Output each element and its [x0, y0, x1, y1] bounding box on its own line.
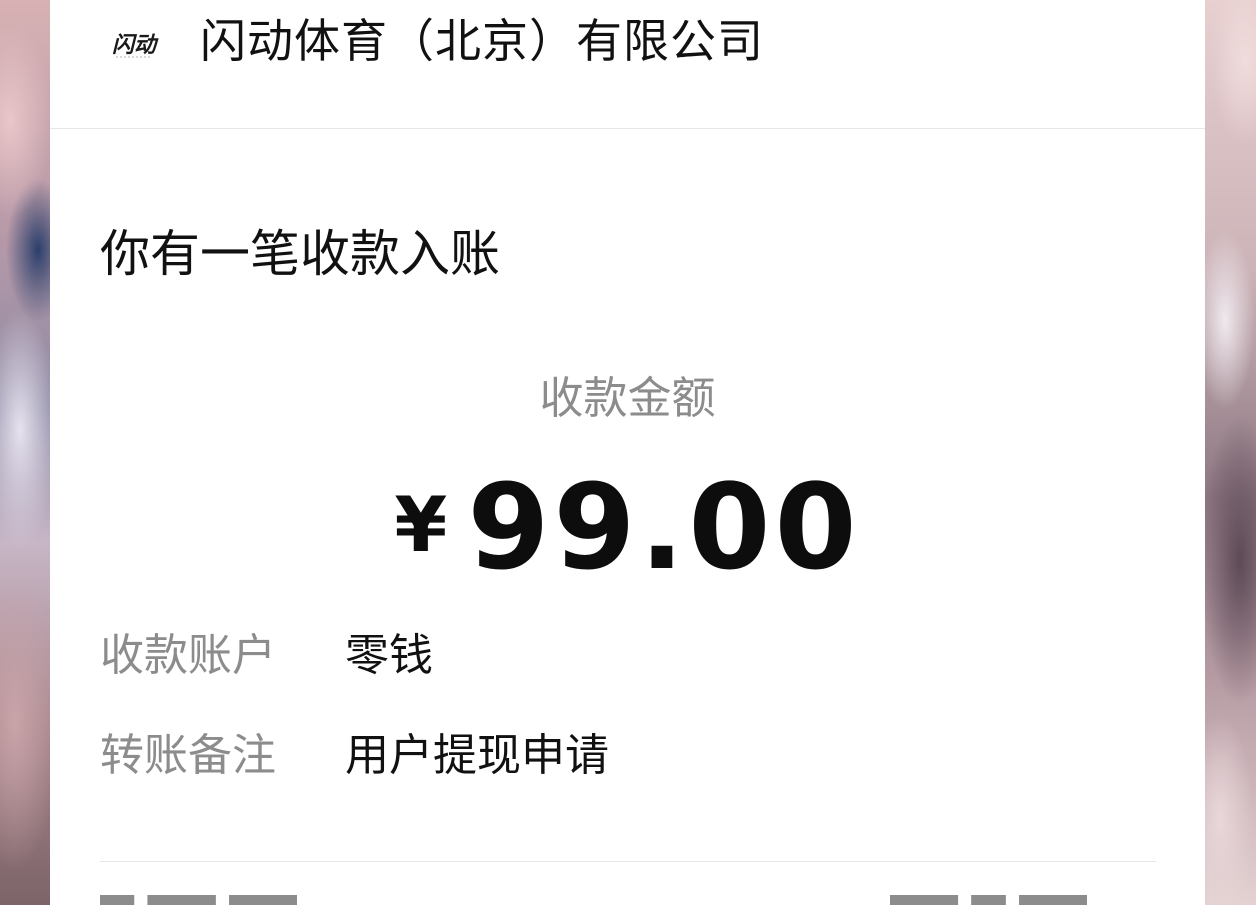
detail-value: 用户提现申请 — [345, 730, 609, 781]
currency-symbol: ¥ — [394, 480, 448, 569]
cutoff-text-left: ▀ ▀▀ ▀▀ — [100, 895, 297, 905]
payment-notification-card: 闪动 闪动体育（北京）有限公司 你有一笔收款入账 收款金额 ¥99.00 收款账… — [50, 0, 1205, 905]
detail-value: 零钱 — [345, 630, 433, 681]
merchant-header[interactable]: 闪动 闪动体育（北京）有限公司 — [50, 0, 1205, 129]
amount-value: 99.00 — [467, 458, 861, 596]
logo-text: 闪动 — [112, 33, 159, 58]
merchant-name: 闪动体育（北京）有限公司 — [200, 14, 764, 68]
notification-title: 你有一笔收款入账 — [100, 225, 500, 283]
background-image-right — [1205, 0, 1256, 905]
amount-display: ¥99.00 — [50, 462, 1205, 592]
merchant-logo: 闪动 — [112, 33, 159, 58]
cutoff-text-right: ▀▀ ▀ ▀▀ — [890, 895, 1087, 905]
amount-label: 收款金额 — [539, 373, 716, 424]
detail-key: 转账备注 — [100, 730, 276, 781]
detail-key: 收款账户 — [100, 630, 276, 681]
background-image-left — [0, 0, 50, 905]
section-divider — [100, 861, 1156, 862]
screen: 闪动 闪动体育（北京）有限公司 你有一笔收款入账 收款金额 ¥99.00 收款账… — [0, 0, 1256, 905]
